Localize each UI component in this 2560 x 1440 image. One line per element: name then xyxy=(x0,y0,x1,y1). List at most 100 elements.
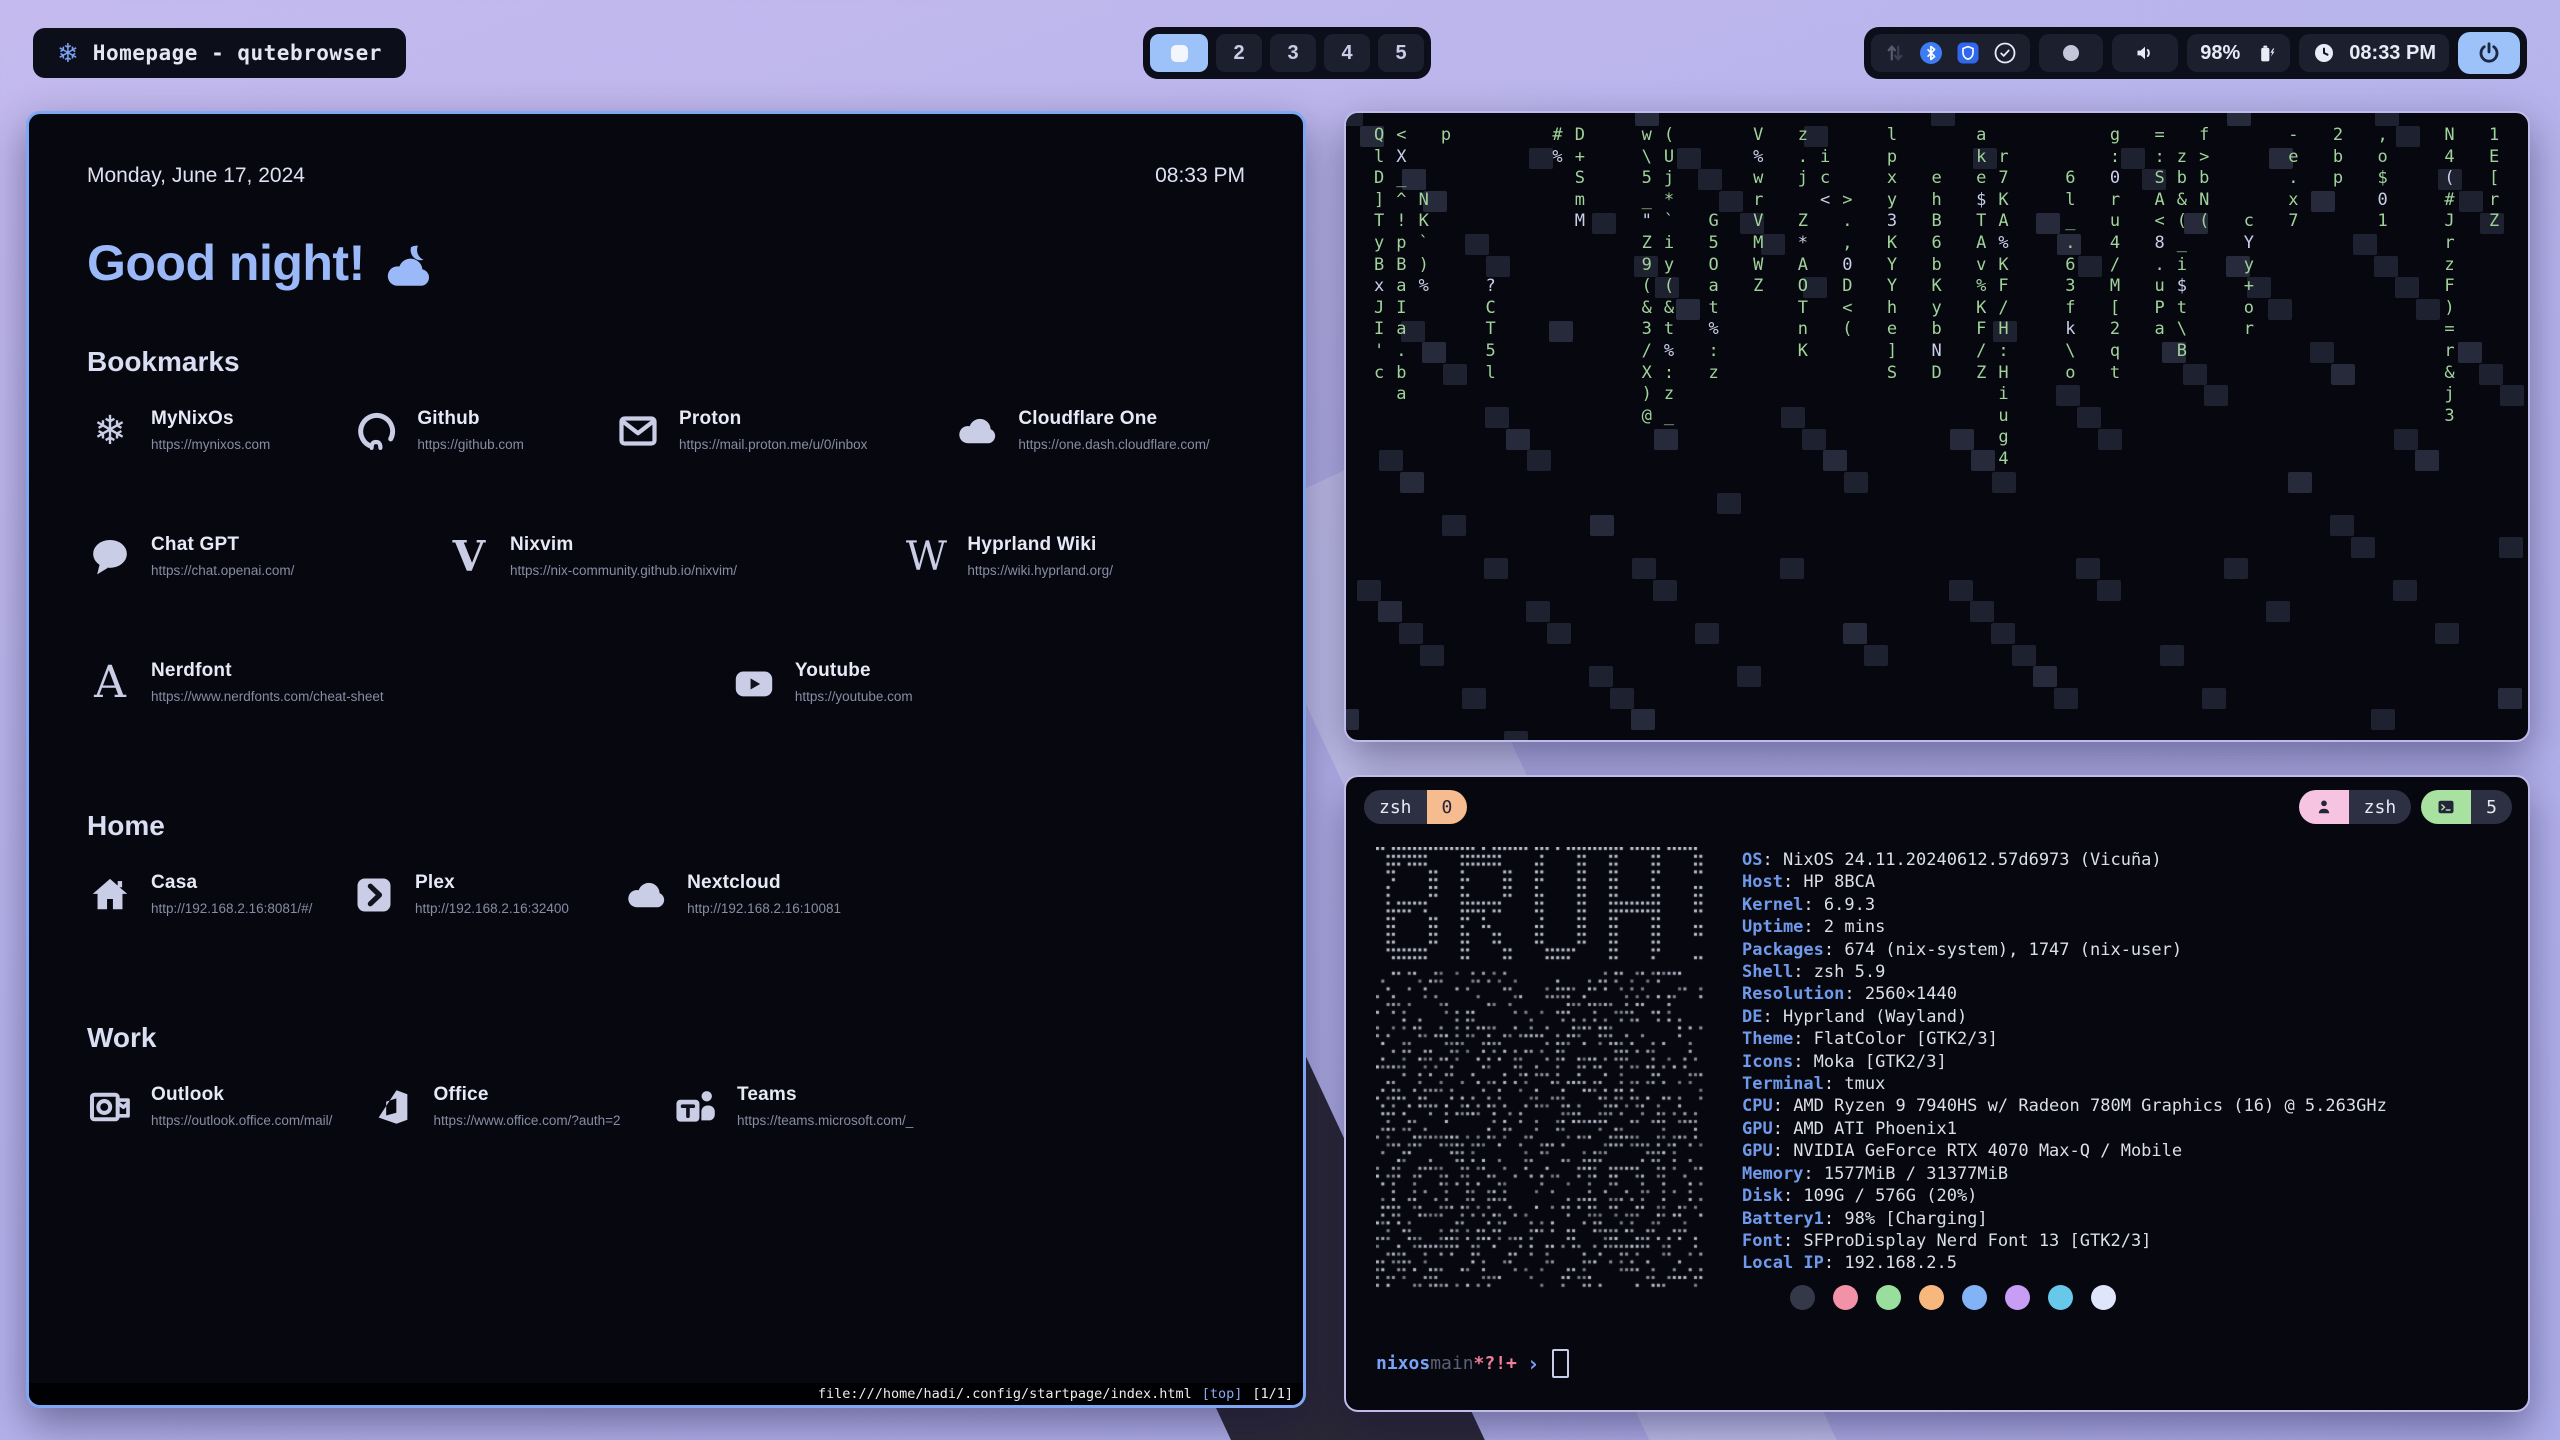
matrix-char: . xyxy=(1396,341,1406,361)
bookmark-hyprland-wiki[interactable]: WHyprland Wikihttps://wiki.hyprland.org/ xyxy=(903,534,1113,580)
matrix-char: K xyxy=(1798,341,1808,361)
matrix-char: ^ xyxy=(1396,190,1406,210)
matrix-char: & xyxy=(1642,298,1652,318)
matrix-char: b xyxy=(1396,363,1406,383)
bookmark-title: MyNixOs xyxy=(151,408,270,430)
bookmark-github[interactable]: Githubhttps://github.com xyxy=(353,408,524,454)
bookmark-youtube[interactable]: Youtubehttps://youtube.com xyxy=(731,660,913,706)
bookmark-outlook[interactable]: Outlookhttps://outlook.office.com/mail/ xyxy=(87,1084,332,1130)
matrix-dim-block xyxy=(1462,688,1486,709)
bookmark-nerdfont[interactable]: ANerdfonthttps://www.nerdfonts.com/cheat… xyxy=(87,660,384,706)
bookmark-office[interactable]: Officehttps://www.office.com/?auth=2 xyxy=(370,1084,621,1130)
fetch-label: Terminal xyxy=(1742,1074,1824,1094)
bookmark-casa[interactable]: Casahttp://192.168.2.16:8081/#/ xyxy=(87,872,312,918)
fetch-line: DE: Hyprland (Wayland) xyxy=(1742,1006,2387,1028)
tmux-left-segment: 0 xyxy=(1427,790,1468,824)
matrix-dim-block xyxy=(2331,364,2355,385)
tmux-widget-zsh: zsh xyxy=(2299,790,2412,824)
workspaces: 2345 xyxy=(1143,27,1431,79)
fetch-label: Kernel xyxy=(1742,895,1803,915)
fetch-label: OS xyxy=(1742,850,1762,870)
volume-widget[interactable] xyxy=(2112,34,2178,72)
matrix-dim-block xyxy=(2415,450,2439,471)
startpage-date: Monday, June 17, 2024 xyxy=(87,164,305,188)
bookmark-title: Hyprland Wiki xyxy=(967,534,1113,556)
matrix-dim-block xyxy=(1677,148,1701,169)
bookmark-url: https://www.office.com/?auth=2 xyxy=(434,1113,621,1128)
matrix-char: < xyxy=(1820,190,1830,210)
bookmark-teams[interactable]: Teamshttps://teams.microsoft.com/_ xyxy=(673,1084,913,1130)
matrix-dim-block xyxy=(1526,601,1550,622)
matrix-dim-block xyxy=(1465,234,1489,255)
matrix-char: o xyxy=(2244,298,2254,318)
matrix-char: l xyxy=(1374,147,1384,167)
fetch-line: Uptime: 2 mins xyxy=(1742,916,2387,938)
matrix-char: " xyxy=(1642,211,1652,231)
matrix-char: ] xyxy=(1887,341,1897,361)
matrix-char: D xyxy=(1932,363,1942,383)
tmux-widget-5: 5 xyxy=(2421,790,2512,824)
matrix-dim-block xyxy=(1719,191,1743,212)
matrix-char: : xyxy=(1998,341,2008,361)
matrix-char: y xyxy=(1932,298,1942,318)
bookmark-proton[interactable]: Protonhttps://mail.proton.me/u/0/inbox xyxy=(615,408,867,454)
fetch-line: GPU: NVIDIA GeForce RTX 4070 Max-Q / Mob… xyxy=(1742,1140,2387,1162)
bookmark-cloudflare-one[interactable]: Cloudflare Onehttps://one.dash.cloudflar… xyxy=(954,408,1209,454)
matrix-dim-block xyxy=(2479,364,2503,385)
clock-widget[interactable]: 08:33 PM xyxy=(2299,34,2449,72)
matrix-char: o xyxy=(2378,147,2388,167)
bookmark-nixvim[interactable]: VNixvimhttps://nix-community.github.io/n… xyxy=(446,534,737,580)
shell-prompt[interactable]: nixos main *?!+ › xyxy=(1376,1349,1569,1378)
bookmark-nextcloud[interactable]: Nextcloudhttp://192.168.2.16:10081 xyxy=(623,872,841,918)
bookmark-chat-gpt[interactable]: Chat GPThttps://chat.openai.com/ xyxy=(87,534,294,580)
top-bar: ❄ Homepage - qutebrowser 2345 xyxy=(0,0,2560,110)
dot-icon xyxy=(2062,44,2080,62)
matrix-char: I xyxy=(1396,298,1406,318)
fetch-label: DE xyxy=(1742,1007,1762,1027)
matrix-dim-block xyxy=(2459,191,2483,212)
fetch-value: : NVIDIA GeForce RTX 4070 Max-Q / Mobile xyxy=(1773,1141,2182,1161)
bruh-ascii-art xyxy=(1376,847,1708,1295)
matrix-char: r xyxy=(2489,190,2499,210)
bluetooth-icon xyxy=(1919,41,1943,65)
bookmark-title: Chat GPT xyxy=(151,534,294,556)
matrix-char: p xyxy=(1887,147,1897,167)
matrix-char: A xyxy=(2155,190,2165,210)
fetch-value: : 192.168.2.5 xyxy=(1824,1253,1957,1273)
power-button[interactable] xyxy=(2458,32,2520,74)
matrix-char: A xyxy=(1798,255,1808,275)
matrix-char: t xyxy=(2110,363,2120,383)
bookmark-plex[interactable]: Plexhttp://192.168.2.16:32400 xyxy=(351,872,569,918)
section-title: Bookmarks xyxy=(87,346,1245,378)
matrix-char: Z xyxy=(2489,211,2499,231)
quick-settings-group[interactable] xyxy=(1871,34,2030,72)
matrix-dim-block xyxy=(2416,299,2440,320)
matrix-dim-block xyxy=(2183,364,2207,385)
workspace-button-1[interactable] xyxy=(1150,34,1208,72)
fetch-label: Shell xyxy=(1742,962,1793,982)
workspace-button-5[interactable]: 5 xyxy=(1378,34,1424,72)
matrix-dim-block xyxy=(1950,429,1974,450)
fetch-line: GPU: AMD ATI Phoenix1 xyxy=(1742,1118,2387,1140)
matrix-char: b xyxy=(1932,319,1942,339)
fetch-label: Disk xyxy=(1742,1186,1783,1206)
fetch-label: GPU xyxy=(1742,1141,1773,1161)
workspace-button-4[interactable]: 4 xyxy=(1324,34,1370,72)
workspace-button-3[interactable]: 3 xyxy=(1270,34,1316,72)
bookmark-url: http://192.168.2.16:8081/#/ xyxy=(151,901,312,916)
recorder-dot-widget[interactable] xyxy=(2039,34,2103,72)
matrix-dim-block xyxy=(1610,688,1634,709)
letter-a-icon: A xyxy=(87,660,133,706)
bookmark-mynixos[interactable]: ❄MyNixOshttps://mynixos.com xyxy=(87,408,270,454)
outlook-icon xyxy=(87,1084,133,1130)
matrix-char: A xyxy=(1976,233,1986,253)
matrix-char: W xyxy=(1753,255,1763,275)
matrix-dim-block xyxy=(1399,623,1423,644)
matrix-char: N xyxy=(2444,125,2454,145)
matrix-char: 0 xyxy=(2378,190,2388,210)
matrix-dim-block xyxy=(1698,169,1722,190)
workspace-button-2[interactable]: 2 xyxy=(1216,34,1262,72)
battery-widget[interactable]: 98% xyxy=(2187,34,2290,72)
matrix-dim-block xyxy=(2268,299,2292,320)
matrix-char: g xyxy=(2110,125,2120,145)
